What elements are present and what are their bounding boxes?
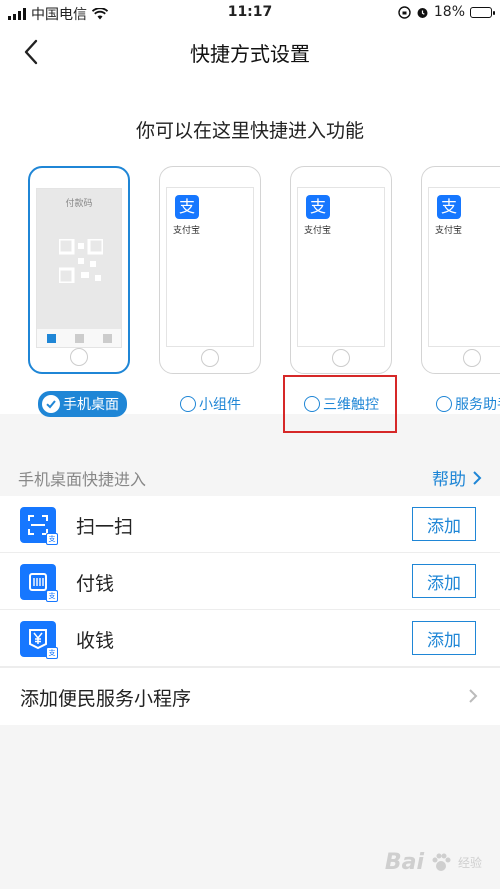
intro-text: 你可以在这里快捷进入功能: [135, 120, 364, 142]
shortcut-label: 付钱: [76, 573, 115, 595]
home-button-icon: [201, 349, 219, 367]
highlight-annotation: [283, 375, 397, 433]
baidu-watermark: Bai 经验: [384, 850, 482, 875]
paycode-title: 付款码: [65, 199, 93, 209]
alipay-label: 支付宝: [173, 226, 201, 236]
paw-icon: [432, 853, 451, 871]
help-link[interactable]: 帮助: [432, 465, 482, 490]
alipay-logo-icon: 支: [306, 195, 330, 219]
list-item: 支 扫一扫 添加: [0, 496, 500, 553]
section-title: 手机桌面快捷进入: [18, 470, 147, 489]
alipay-logo-icon: 支: [437, 195, 461, 219]
option-desktop[interactable]: 手机桌面: [38, 391, 127, 417]
alarm-icon: [417, 7, 428, 18]
section-header: 手机桌面快捷进入 帮助: [0, 458, 500, 496]
status-bar: 中国电信 11:17 18%: [0, 0, 500, 26]
option-widget[interactable]: 小组件: [180, 394, 241, 414]
screen-lock-icon: [398, 5, 411, 19]
chevron-right-icon: [469, 689, 478, 703]
barcode-icon: 支: [20, 564, 58, 602]
checkmark-icon: [42, 395, 60, 413]
home-button-icon: [70, 348, 88, 366]
option-label: 服务助手: [455, 397, 500, 413]
battery-icon: [470, 6, 495, 18]
paycode-preview: 付款码: [37, 189, 121, 347]
qr-code-icon: [59, 239, 103, 283]
option-service-assistant[interactable]: 服务助手: [436, 394, 500, 414]
radio-icon: [436, 396, 452, 412]
phone-preview-service-assistant[interactable]: 支 支付宝: [421, 166, 500, 374]
page-title: 快捷方式设置: [190, 42, 310, 66]
shortcut-type-selector: 你可以在这里快捷进入功能 付款码 支 支付宝 支 支付宝 支 支付宝 手机桌面 …: [0, 76, 500, 433]
scan-icon: 支: [20, 507, 58, 545]
shortcut-label: 扫一扫: [76, 516, 134, 538]
option-label: 小组件: [199, 397, 241, 413]
phone-preview-desktop[interactable]: 付款码: [28, 166, 130, 374]
phone-preview-3d-touch[interactable]: 支 支付宝: [290, 166, 392, 374]
add-button[interactable]: 添加: [412, 621, 476, 655]
add-button[interactable]: 添加: [412, 507, 476, 541]
nav-bar: 快捷方式设置: [0, 26, 500, 76]
alipay-label: 支付宝: [435, 226, 463, 236]
yen-icon: 支: [20, 621, 58, 659]
home-button-icon: [463, 349, 481, 367]
list-item: 支 付钱 添加: [0, 553, 500, 610]
chevron-right-icon: [473, 470, 482, 485]
add-mini-program-row[interactable]: 添加便民服务小程序: [0, 667, 500, 725]
option-label: 手机桌面: [63, 397, 119, 413]
shortcut-list: 支 扫一扫 添加 支 付钱 添加 支 收钱 添加 添加便民服务小程序: [0, 496, 500, 725]
add-mini-program-label: 添加便民服务小程序: [20, 688, 192, 710]
alipay-label: 支付宝: [304, 226, 332, 236]
home-button-icon: [332, 349, 350, 367]
battery-percent: 18%: [433, 4, 465, 20]
list-item: 支 收钱 添加: [0, 610, 500, 667]
shortcut-label: 收钱: [76, 630, 115, 652]
radio-icon: [180, 396, 196, 412]
add-button[interactable]: 添加: [412, 564, 476, 598]
alipay-logo-icon: 支: [175, 195, 199, 219]
phone-preview-widget[interactable]: 支 支付宝: [159, 166, 261, 374]
